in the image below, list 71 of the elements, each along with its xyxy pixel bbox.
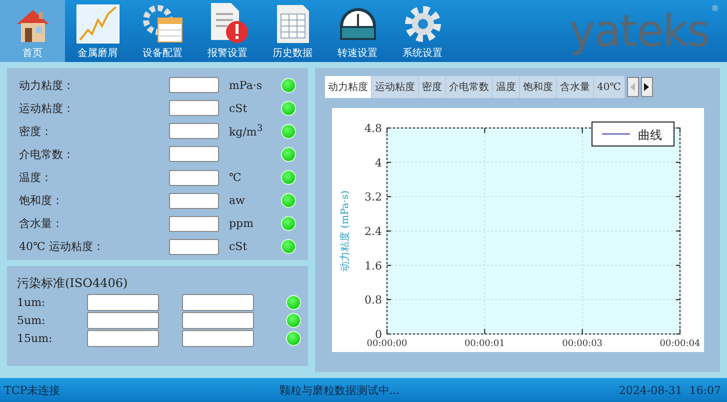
line-chart-icon (76, 4, 120, 44)
value-field[interactable] (87, 312, 159, 329)
value-field[interactable] (169, 192, 219, 209)
y-tick-label: 0 (375, 328, 382, 341)
y-tick-label: 4 (375, 156, 382, 170)
value-field[interactable] (169, 216, 219, 232)
x-tick-label: 00:00:01 (464, 339, 505, 349)
unit-label: cSt (228, 240, 248, 254)
unit-label: kg/m$^{3}$ (228, 123, 264, 140)
toolbar-button[interactable]: 金属磨屑 (65, 0, 130, 62)
y-tick-label: 0.8 (364, 294, 382, 307)
toolbar-button[interactable]: 报警设置 (195, 0, 260, 62)
chart-tab[interactable]: 介电常数 (446, 76, 493, 98)
measurement-label: 40℃ 运动粘度： (19, 239, 105, 254)
toolbar-button[interactable]: 历史数据 (260, 0, 325, 62)
value-field[interactable] (182, 330, 254, 347)
y-tick-label: 2.4 (364, 225, 382, 238)
unit-label: aw (228, 194, 246, 208)
measurement-label: 温度： (19, 170, 53, 186)
size-label: 1um: (17, 296, 46, 309)
value-field[interactable] (169, 170, 219, 186)
value-field[interactable] (87, 330, 159, 347)
value-field[interactable] (87, 294, 159, 311)
chart-tab[interactable]: 含水量 (557, 76, 594, 98)
unit-label: mPa·s (228, 78, 264, 92)
y-tick-label: 3.2 (364, 190, 382, 204)
gear-icon (402, 4, 442, 44)
section-title: 污染标准(ISO4406) (17, 275, 128, 292)
x-tick-label: 00:00:00 (366, 339, 408, 349)
value-field[interactable] (169, 123, 219, 140)
chart-tab[interactable]: 动力粘度 (325, 76, 372, 98)
value-field[interactable] (169, 77, 219, 94)
right-arrow-icon (644, 83, 650, 91)
measurement-label: 饱和度： (19, 193, 64, 208)
legend-label: 曲线 (638, 128, 662, 142)
x-tick-label: 00:00:04 (660, 339, 700, 349)
scroll-right-button[interactable] (640, 77, 653, 97)
value-field[interactable] (182, 312, 254, 329)
x-tick-label: 00:00:03 (562, 339, 603, 349)
size-label: 5um: (17, 314, 46, 327)
unit-label: ℃ (228, 171, 242, 184)
gear-with-table-icon (142, 4, 184, 44)
y-axis-label: 动力粘度 (mPa·s) (340, 190, 351, 272)
y-tick-label: 4.8 (364, 122, 382, 135)
chart-tab[interactable]: 饱和度 (520, 76, 557, 98)
measurement-label: 运动粘度： (19, 100, 75, 116)
value-field[interactable] (169, 146, 219, 162)
unit-label: cSt (228, 102, 248, 115)
value-field[interactable] (182, 294, 254, 311)
chart-tab[interactable]: 运动粘度 (372, 76, 419, 98)
value-field[interactable] (169, 100, 219, 116)
measurement-label: 介电常数： (19, 146, 75, 162)
measurement-label: 含水量： (19, 216, 64, 232)
measurement-label: 动力粘度： (19, 78, 75, 93)
unit-label: ppm (228, 217, 255, 230)
toolbar-button[interactable]: 系统设置 (390, 0, 455, 62)
toolbar-button[interactable]: 设备配置 (130, 0, 195, 62)
logo: yateks (569, 6, 709, 56)
connection-status: TCP未连接 (4, 382, 60, 398)
chart-tab[interactable]: 温度 (493, 76, 520, 98)
y-tick-label: 1.6 (364, 259, 382, 272)
chart-tab[interactable]: 40℃ (594, 76, 625, 98)
chart-tab[interactable]: 密度 (419, 76, 446, 98)
left-arrow-icon (630, 83, 636, 91)
size-label: 15um: (17, 332, 54, 345)
value-field[interactable] (169, 238, 219, 255)
date-time: 2024-08-31 16:07 (618, 384, 721, 396)
measurement-label: 密度： (19, 124, 53, 139)
registered-mark: ® (711, 4, 719, 13)
status-message: 颗粒与磨粒数据测试中... (279, 382, 400, 398)
toolbar-button[interactable]: 转速设置 (325, 0, 390, 62)
